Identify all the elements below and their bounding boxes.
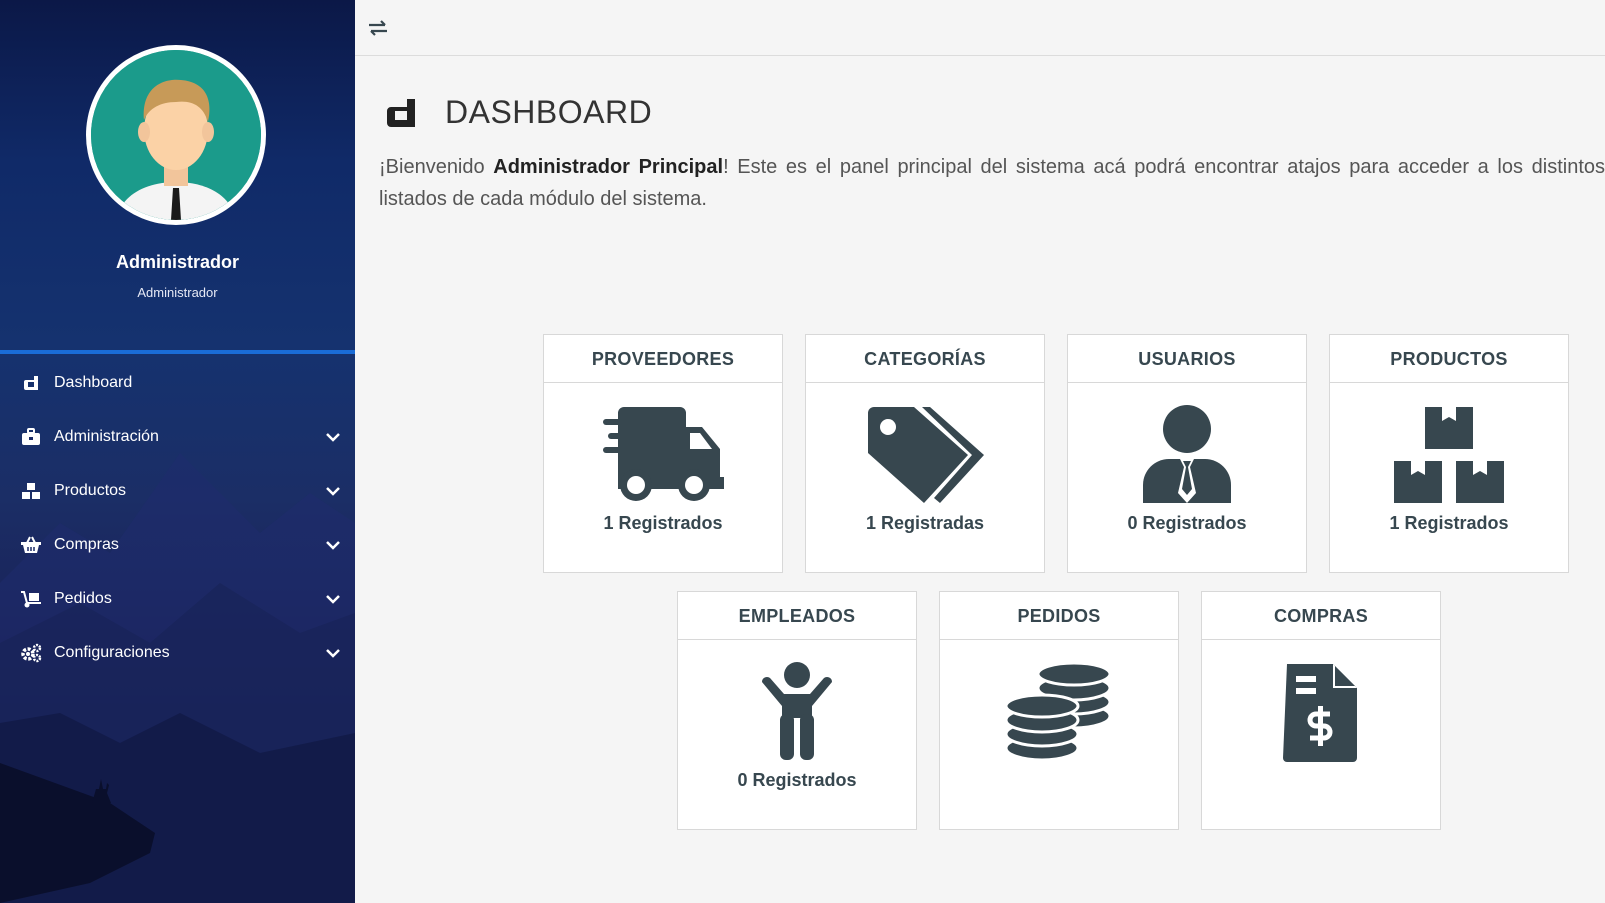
coins-icon <box>1004 662 1112 762</box>
tile-count: 1 Registrados <box>1389 513 1509 533</box>
sidebar: Administrador Administrador Dashboard Ad… <box>0 0 355 903</box>
boxes-icon <box>1394 407 1504 503</box>
sidebar-item-label: Administración <box>54 428 159 445</box>
user-role: Administrador <box>137 285 218 300</box>
sidebar-item-label: Compras <box>54 536 119 553</box>
sidebar-item-label: Pedidos <box>54 590 112 607</box>
sidebar-item-label: Configuraciones <box>54 644 170 661</box>
user-tie-icon <box>1143 405 1231 503</box>
shortcut-tiles: PROVEEDORES 1 Registrados CATEGORÍAS 1 R… <box>355 57 1605 903</box>
chevron-down-icon[interactable] <box>325 429 341 445</box>
chevron-down-icon[interactable] <box>325 591 341 607</box>
tile-productos[interactable]: PRODUCTOS 1 Registrados <box>1329 334 1569 573</box>
truck-icon <box>603 407 724 501</box>
dolly-icon <box>20 588 42 610</box>
chevron-down-icon[interactable] <box>325 537 341 553</box>
sidebar-item-label: Productos <box>54 482 127 499</box>
cogs-icon <box>20 642 42 664</box>
sidebar-item-configuraciones[interactable]: Configuraciones <box>0 626 355 680</box>
tile-count: 0 Registrados <box>1127 513 1247 533</box>
sidebar-item-pedidos[interactable]: Pedidos <box>0 572 355 626</box>
sidebar-item-administracion[interactable]: Administración <box>0 410 355 464</box>
file-invoice-dollar-icon <box>1283 664 1357 762</box>
top-bar <box>355 0 1605 56</box>
tile-empleados[interactable]: EMPLEADOS 0 Registrados <box>677 591 917 830</box>
tile-count: 1 Registrados <box>603 513 723 533</box>
briefcase-icon <box>20 426 42 448</box>
tags-icon <box>868 407 984 503</box>
boxes-icon <box>20 480 42 502</box>
sidebar-item-compras[interactable]: Compras <box>0 518 355 572</box>
sidebar-item-productos[interactable]: Productos <box>0 464 355 518</box>
tile-title: USUARIOS <box>1068 335 1306 383</box>
sidebar-item-label: Dashboard <box>54 374 133 391</box>
tile-title: PEDIDOS <box>940 592 1178 640</box>
avatar-image <box>91 50 261 220</box>
tile-title: PROVEEDORES <box>544 335 782 383</box>
user-profile: Administrador Administrador <box>0 0 355 352</box>
avatar[interactable] <box>86 45 266 225</box>
tile-proveedores[interactable]: PROVEEDORES 1 Registrados <box>543 334 783 573</box>
tile-count: 0 Registrados <box>737 770 857 790</box>
tile-compras[interactable]: COMPRAS <box>1201 591 1441 830</box>
tile-count: 1 Registradas <box>865 513 985 533</box>
sidebar-menu: Dashboard Administración Productos Compr… <box>0 356 355 680</box>
sidebar-divider <box>0 350 355 354</box>
dashboard-icon <box>20 372 42 394</box>
chevron-down-icon[interactable] <box>325 645 341 661</box>
tile-title: PRODUCTOS <box>1330 335 1568 383</box>
tile-title: COMPRAS <box>1202 592 1440 640</box>
main-content: DASHBOARD ¡Bienvenido Administrador Prin… <box>355 57 1605 903</box>
toggle-sidebar-button[interactable] <box>365 15 391 41</box>
user-name: Administrador <box>115 252 239 272</box>
tile-title: EMPLEADOS <box>678 592 916 640</box>
tile-usuarios[interactable]: USUARIOS 0 Registrados <box>1067 334 1307 573</box>
chevron-down-icon[interactable] <box>325 483 341 499</box>
child-icon <box>762 662 832 760</box>
tile-categorias[interactable]: CATEGORÍAS 1 Registradas <box>805 334 1045 573</box>
tile-pedidos[interactable]: PEDIDOS <box>939 591 1179 830</box>
exchange-icon <box>369 20 387 36</box>
sidebar-item-dashboard[interactable]: Dashboard <box>0 356 355 410</box>
tile-title: CATEGORÍAS <box>806 335 1044 383</box>
basket-icon <box>20 534 42 556</box>
